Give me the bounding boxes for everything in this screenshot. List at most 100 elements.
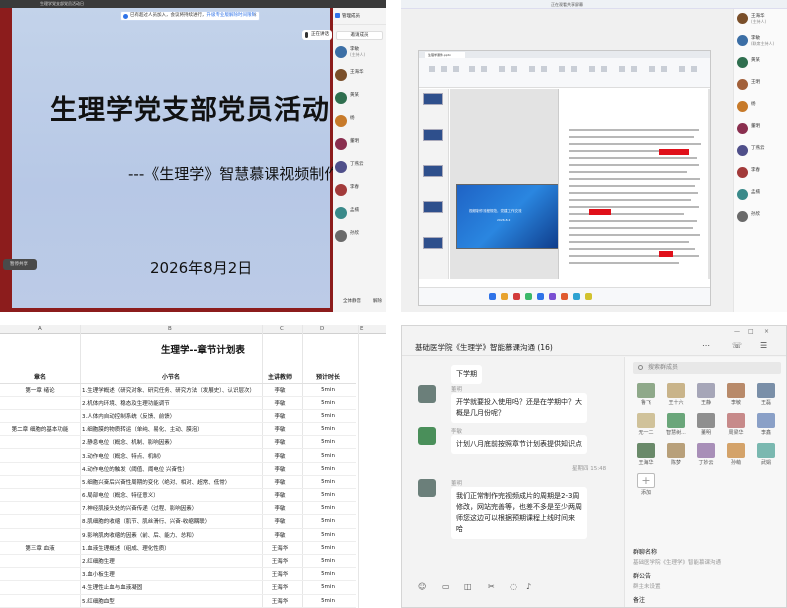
column-header[interactable]: B (168, 325, 172, 334)
teacher-cell[interactable]: 李敏 (260, 422, 300, 437)
teacher-cell[interactable]: 李敏 (260, 475, 300, 490)
group-member[interactable]: 王静 (693, 383, 719, 409)
section-cell[interactable]: 3.动作电位（概念、特点、机制） (80, 448, 260, 463)
member-item[interactable]: 董明 (734, 119, 787, 141)
add-member-button[interactable]: + 添加 (633, 473, 659, 499)
invite-button[interactable]: 邀请成员 (336, 31, 383, 40)
group-member[interactable]: 智慧树... (663, 413, 689, 439)
member-item[interactable]: 李敏 (联席主持人) (734, 31, 787, 53)
app-icon[interactable] (525, 293, 532, 300)
section-cell[interactable]: 2.机体内环境、稳态及生理功能调节 (80, 396, 260, 410)
ribbon-tool[interactable] (619, 66, 625, 72)
scissors-icon[interactable]: ✂ (488, 582, 495, 591)
ribbon-tool[interactable] (481, 66, 487, 72)
teacher-cell[interactable]: 王海华 (260, 567, 300, 582)
ribbon-tool[interactable] (499, 66, 505, 72)
duration-cell[interactable]: 5min (300, 594, 356, 608)
teacher-cell[interactable]: 王海华 (260, 594, 300, 608)
chapter-cell[interactable]: 第二章 细胞的基本功能 (0, 422, 80, 437)
member-item[interactable]: 李敏 (主持人) (333, 42, 386, 65)
chapter-cell[interactable] (0, 475, 80, 490)
section-cell[interactable]: 5.红细胞血型 (80, 594, 260, 608)
menu-icon[interactable]: ☰ (760, 341, 767, 350)
member-item[interactable]: 黄某 (734, 53, 787, 75)
chapter-cell[interactable]: 第一章 绪论 (0, 383, 80, 397)
ribbon-tool[interactable] (601, 66, 607, 72)
app-icon[interactable] (537, 293, 544, 300)
chapter-cell[interactable] (0, 488, 80, 503)
section-cell[interactable]: 1.血液生理概述（组成、理化性质） (80, 541, 260, 555)
duration-cell[interactable]: 5min (300, 396, 356, 410)
member-item[interactable]: 董明 (333, 134, 386, 157)
chapter-cell[interactable] (0, 580, 80, 595)
slide-thumbnail[interactable] (423, 129, 443, 141)
member-item[interactable]: 丁燕云 (333, 157, 386, 180)
chat-history-icon[interactable]: ◌ (510, 582, 517, 591)
mute-all-button[interactable]: 全体静音 (343, 296, 361, 308)
header-chapter[interactable]: 章名 (0, 370, 80, 384)
ribbon-tool[interactable] (589, 66, 595, 72)
ribbon-tool[interactable] (511, 66, 517, 72)
more-options-icon[interactable]: ⋯ (702, 341, 710, 350)
group-member[interactable]: 李敏 (723, 383, 749, 409)
upgrade-link[interactable]: 升级专业版解除时间限制 (207, 13, 257, 18)
ribbon-tool[interactable] (649, 66, 655, 72)
chapter-cell[interactable] (0, 501, 80, 516)
ribbon-tool[interactable] (453, 66, 459, 72)
duration-cell[interactable]: 5min (300, 462, 356, 476)
section-cell[interactable]: 5.细胞兴奋后兴奋性周期的变化（绝对、相对、超常、低常） (80, 475, 260, 490)
header-duration[interactable]: 预计时长 (300, 370, 356, 384)
file-icon[interactable]: ▭ (442, 582, 450, 591)
ribbon-tool[interactable] (559, 66, 565, 72)
chapter-cell[interactable]: 第三章 血液 (0, 541, 80, 555)
chapter-cell[interactable] (0, 435, 80, 450)
member-item[interactable]: 李春 (333, 180, 386, 203)
member-item[interactable]: 王海华 (333, 65, 386, 88)
info-row[interactable]: 群公告 群主未设置 (633, 571, 783, 590)
app-icon[interactable] (573, 293, 580, 300)
ribbon-tool[interactable] (541, 66, 547, 72)
avatar[interactable] (418, 385, 436, 403)
teacher-cell[interactable]: 李敏 (260, 488, 300, 503)
group-member[interactable]: 鲁飞 (633, 383, 659, 409)
close-icon[interactable]: × (253, 12, 257, 20)
duration-cell[interactable]: 5min (300, 475, 356, 490)
duration-cell[interactable]: 5min (300, 501, 356, 516)
teacher-cell[interactable]: 王海华 (260, 541, 300, 555)
folder-icon[interactable]: ◫ (464, 582, 472, 591)
duration-cell[interactable]: 5min (300, 514, 356, 529)
group-member[interactable]: 陈梦 (663, 443, 689, 469)
section-cell[interactable]: 3.人体内自动控制系统（反馈、前馈） (80, 409, 260, 424)
column-header[interactable]: D (320, 325, 324, 334)
group-member[interactable]: 董明 (693, 413, 719, 439)
chapter-cell[interactable] (0, 396, 80, 410)
app-icon[interactable] (549, 293, 556, 300)
unmute-button[interactable]: 解除 (373, 296, 382, 308)
duration-cell[interactable]: 5min (300, 488, 356, 503)
column-header[interactable]: A (38, 325, 42, 334)
chapter-cell[interactable] (0, 462, 80, 476)
teacher-cell[interactable]: 李敏 (260, 528, 300, 542)
section-cell[interactable]: 1.生理学概述（研究对象、研究任务、研究方法（发展史）、认识层次） (80, 383, 260, 397)
message-bubble[interactable]: 下学期 (451, 365, 482, 384)
call-icon[interactable]: ☏ (732, 341, 742, 350)
section-cell[interactable]: 2.红细胞生理 (80, 554, 260, 569)
message-bubble[interactable]: 我们正常制作完视频成片的周期是2-3周 修改，网站完善等，也差不多是至少两周 师… (451, 487, 587, 539)
minimize-icon[interactable]: — (734, 328, 740, 335)
section-cell[interactable]: 1.细胞膜的物质转运（单纯、易化、主动、膜泡） (80, 422, 260, 437)
group-member[interactable]: 丁妙云 (693, 443, 719, 469)
teacher-cell[interactable]: 王海华 (260, 554, 300, 569)
info-row[interactable]: 备注群聊的备注仅自己可见 (633, 595, 783, 607)
section-cell[interactable]: 4.生理性止血与血液凝固 (80, 580, 260, 595)
group-member[interactable]: 王海华 (633, 443, 659, 469)
header-section[interactable]: 小节名 (80, 370, 260, 384)
stop-share-button[interactable]: 暂停共享 (3, 259, 37, 270)
duration-cell[interactable]: 5min (300, 528, 356, 542)
teacher-cell[interactable]: 李敏 (260, 462, 300, 476)
section-cell[interactable]: 3.血小板生理 (80, 567, 260, 582)
member-search-input[interactable]: 搜索群成员 (633, 362, 781, 374)
document-page[interactable] (558, 89, 708, 279)
group-member[interactable]: 周梁华 (723, 413, 749, 439)
ribbon-tool[interactable] (429, 66, 435, 72)
member-item[interactable]: 李春 (734, 163, 787, 185)
